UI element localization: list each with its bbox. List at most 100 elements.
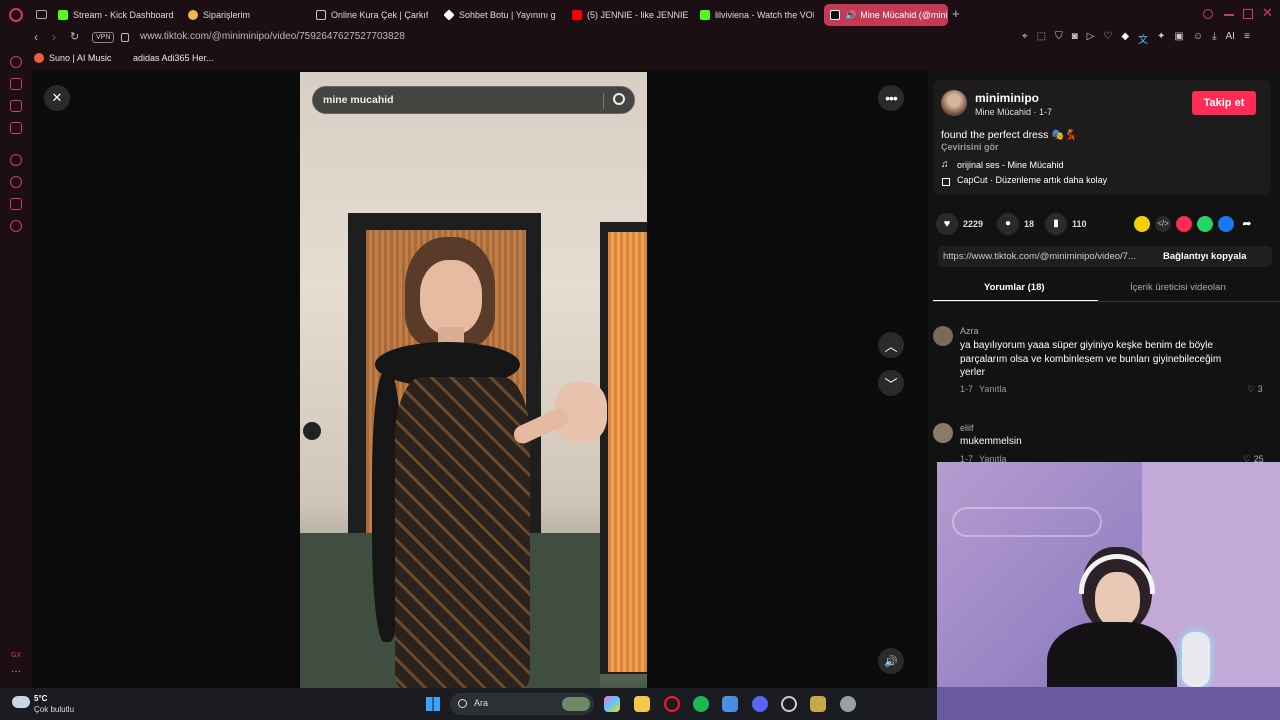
search-icon[interactable]	[613, 93, 625, 105]
menu-icon[interactable]: ≡	[1244, 31, 1250, 46]
workspaces-icon[interactable]	[36, 10, 47, 19]
app-icon[interactable]	[722, 696, 738, 712]
send-icon[interactable]	[1176, 216, 1192, 232]
back-icon[interactable]: ‹	[34, 30, 38, 44]
reload-icon[interactable]: ↻	[70, 30, 79, 43]
tab-kick-dashboard[interactable]: Stream - Kick Dashboard	[58, 4, 180, 26]
discord-icon[interactable]	[752, 696, 768, 712]
camera-icon[interactable]: ◙	[1072, 31, 1078, 46]
comment-like[interactable]: ♡ 3	[1247, 384, 1263, 395]
more-icon[interactable]: ···	[11, 666, 21, 677]
opera-gx-icon[interactable]	[664, 696, 680, 712]
video-player[interactable]: mine mucahid	[300, 72, 647, 688]
emoji-share-icon[interactable]	[1134, 216, 1150, 232]
comment-avatar[interactable]	[933, 326, 953, 346]
comment-user[interactable]: eliif	[960, 423, 974, 433]
next-video-button[interactable]: ﹀	[878, 370, 904, 396]
twitch-icon[interactable]	[10, 100, 22, 112]
download-icon[interactable]: ⤓	[1212, 31, 1216, 46]
player-icon[interactable]	[10, 154, 22, 166]
lock-icon[interactable]	[121, 33, 129, 42]
wallet-icon[interactable]: ▣	[1174, 31, 1183, 46]
tab-tiktok-active[interactable]: 🔊 Mine Mücahid (@mini	[824, 4, 948, 26]
obs-icon[interactable]	[781, 696, 797, 712]
bot-icon	[444, 9, 455, 21]
weather-desc[interactable]: Çok bulutlu	[34, 705, 74, 714]
sound-link[interactable]: orijinal ses - Mine Mücahid	[957, 160, 1064, 170]
forward-icon[interactable]: ›	[52, 30, 56, 44]
tab-kura-cek[interactable]: Online Kura Çek | Çarkıfel	[316, 4, 428, 26]
whatsapp-icon[interactable]	[1197, 216, 1213, 232]
play-icon[interactable]: ▷	[1087, 31, 1095, 46]
copy-link-button[interactable]: Bağlantıyı kopyala	[1163, 251, 1246, 262]
diamond-icon[interactable]: ◆	[1121, 31, 1129, 46]
volume-button[interactable]: 🔊	[878, 648, 904, 674]
new-tab-button[interactable]: +	[952, 7, 960, 20]
tab-lilviviena-vod[interactable]: lilviviena - Watch the VOD	[700, 4, 814, 26]
more-options-button[interactable]: •••	[878, 85, 904, 111]
tab-youtube-jennie[interactable]: (5) JENNIE - like JENNIE |	[572, 4, 688, 26]
close-window-icon[interactable]: ✕	[1262, 5, 1273, 21]
follow-button[interactable]: Takip et	[1192, 91, 1256, 115]
pin-icon[interactable]: ⌖	[1022, 31, 1028, 46]
translate-link[interactable]: Çevirisini gör	[941, 142, 999, 152]
snapshot-icon[interactable]: ⬚	[1037, 31, 1046, 46]
close-video-button[interactable]: ✕	[44, 85, 70, 111]
bookmark-icon: ▮	[1053, 218, 1059, 229]
minimize-icon[interactable]	[1224, 14, 1234, 16]
bookmark-adidas[interactable]: adidas Adi365 Her...	[120, 53, 214, 63]
taskbar-search-placeholder: Ara	[474, 698, 489, 708]
tab-comments[interactable]: Yorumlar (18)	[984, 282, 1045, 293]
url-field[interactable]: www.tiktok.com/@miniminipo/video/7592647…	[140, 31, 405, 42]
ai-icon[interactable]: AI	[1226, 31, 1235, 46]
gx-corner-icon[interactable]	[10, 78, 22, 90]
previous-video-button[interactable]: ︿	[878, 332, 904, 358]
heart-icon[interactable]: ♡	[1103, 31, 1112, 46]
weather-temp[interactable]: 5°C	[34, 694, 47, 703]
tab-siparislerim[interactable]: Siparişlerim	[188, 4, 308, 26]
extensions-icon[interactable]	[10, 198, 22, 210]
comment-avatar[interactable]	[933, 423, 953, 443]
tab-creator-videos[interactable]: İçerik üreticisi videoları	[1130, 282, 1226, 293]
capcut-link[interactable]: CapCut · Düzenleme artık daha kolay	[957, 175, 1107, 185]
bookmark-suno[interactable]: Suno | AI Music	[34, 53, 111, 63]
league-icon[interactable]	[810, 696, 826, 712]
maximize-icon[interactable]	[1243, 9, 1253, 19]
spotify-icon[interactable]	[693, 696, 709, 712]
facebook-icon[interactable]	[1218, 216, 1234, 232]
display-name: Mine Mücahid · 1-7	[975, 107, 1053, 117]
weather-icon[interactable]	[12, 696, 30, 708]
messenger-icon[interactable]	[10, 122, 22, 134]
save-button[interactable]: ▮	[1045, 213, 1067, 235]
reply-button[interactable]: Yanıtla	[979, 384, 1006, 394]
profile-icon[interactable]: ☺	[1193, 31, 1203, 46]
search-tabs-icon[interactable]	[1203, 9, 1213, 19]
copilot-icon[interactable]	[604, 696, 620, 712]
avatar[interactable]	[941, 90, 967, 116]
translate-icon[interactable]: 文	[1138, 31, 1148, 46]
vpn-badge[interactable]: VPN	[92, 32, 115, 43]
start-button[interactable]	[426, 697, 440, 711]
shop-icon	[188, 10, 198, 20]
search-input[interactable]: mine mucahid	[323, 94, 394, 106]
tab-sohbet-botu[interactable]: Sohbet Botu | Yayınını güç	[444, 4, 556, 26]
like-button[interactable]: ♥	[936, 213, 958, 235]
comment-button[interactable]: ●	[997, 213, 1019, 235]
settings-app-icon[interactable]	[840, 696, 856, 712]
username[interactable]: miniminipo	[975, 91, 1039, 105]
shield-icon[interactable]: ⛉	[1055, 31, 1063, 46]
clock-icon[interactable]	[10, 176, 22, 188]
share-link-url[interactable]: https://www.tiktok.com/@miniminipo/video…	[943, 251, 1153, 262]
opera-logo-icon[interactable]	[9, 8, 23, 22]
search-highlight-icon	[562, 697, 590, 711]
search-bar[interactable]: mine mucahid	[312, 86, 635, 114]
settings-icon[interactable]	[10, 220, 22, 232]
comment-user[interactable]: Azra	[960, 326, 979, 336]
share-arrow-icon[interactable]: ➦	[1239, 216, 1255, 232]
taskbar-search[interactable]: Ara	[450, 693, 594, 715]
embed-icon[interactable]: </>	[1155, 216, 1171, 232]
file-explorer-icon[interactable]	[634, 696, 650, 712]
puzzle-icon[interactable]: ✦	[1157, 31, 1165, 46]
bookmarks-bar: Suno | AI Music adidas Adi365 Her...	[0, 48, 1280, 70]
history-rail-icon[interactable]	[10, 56, 22, 68]
